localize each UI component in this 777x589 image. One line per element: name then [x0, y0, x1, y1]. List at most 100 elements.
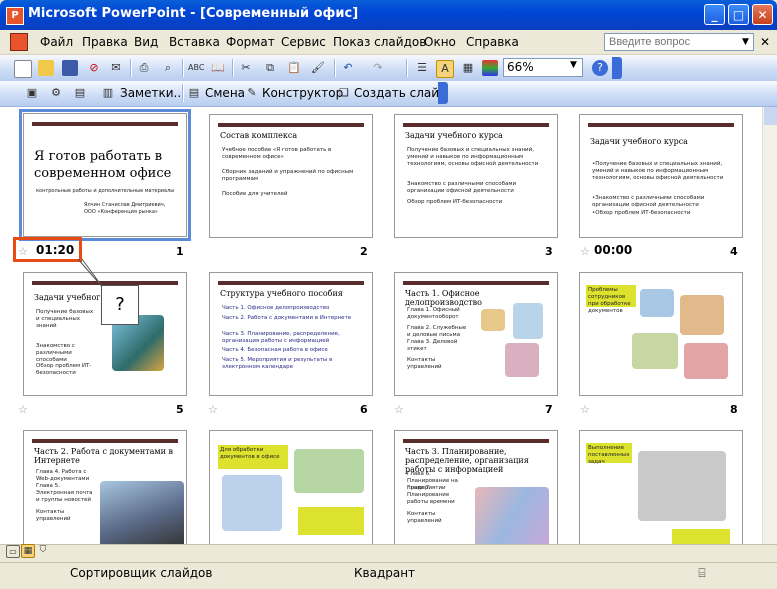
slide-body: Ялчин Станислав Дмитриевич, ООО «Конфере… [84, 202, 166, 215]
slide-thumbnail[interactable]: Задачи учебного курса •Получение базовых… [579, 114, 743, 238]
zoom-dropdown-icon[interactable]: ▼ [570, 60, 577, 70]
slide-body: Знакомство с различными способами [36, 343, 75, 363]
help-search-input[interactable] [604, 33, 754, 51]
slide-thumbnail[interactable]: Часть 3. Планирование, распределение, ор… [394, 430, 558, 544]
slide-title: Задачи учебного курса [405, 131, 503, 140]
cut-icon[interactable]: ✂ [238, 60, 254, 76]
slide-body: Контакты управлений [407, 511, 442, 524]
slide-thumbnail[interactable]: Проблемы сотрудников при обработке докум… [579, 272, 743, 396]
powerpoint-app-icon[interactable]: P [6, 7, 24, 25]
research-icon[interactable]: 📖 [210, 60, 226, 76]
vertical-scrollbar[interactable] [762, 107, 777, 544]
slide-thumbnail[interactable]: Выполнение поставленных задач [579, 430, 743, 544]
slide-thumbnail[interactable]: Я готов работать в современном офисе кон… [19, 109, 191, 241]
minimize-button[interactable]: _ [704, 4, 725, 25]
transition-star-icon[interactable]: ☆ [208, 403, 218, 416]
office-clipart [632, 333, 678, 369]
slide-body: Часть 2. Работа с документами в Интернет… [222, 315, 352, 321]
slideshow-view-icon[interactable]: ⛉ [37, 545, 49, 556]
menu-edit[interactable]: Правка [82, 35, 128, 49]
paste-icon[interactable]: 📋 [286, 60, 302, 76]
expand-all-icon[interactable]: ☰ [414, 60, 430, 76]
menu-format[interactable]: Формат [226, 35, 275, 49]
view-buttons-bar [0, 544, 777, 562]
slide-thumbnail[interactable]: Задачи учебного курса Получение базовых … [394, 114, 558, 238]
copy-icon[interactable]: ⧉ [262, 60, 278, 76]
hide-slide-icon[interactable]: ▣ [24, 85, 40, 101]
toolbar-options-icon[interactable] [438, 82, 448, 104]
title-bar[interactable]: P Microsoft PowerPoint - [Современный оф… [0, 0, 777, 30]
diagram-clipart [638, 451, 726, 521]
maximize-button[interactable]: □ [728, 4, 749, 25]
callout-box: ? [101, 285, 139, 325]
layout-button[interactable]: Смена [205, 86, 245, 100]
new-slide-icon[interactable]: ❏ [336, 85, 352, 101]
document-close-icon[interactable]: ✕ [760, 35, 770, 49]
slide-title-bar [32, 439, 178, 443]
scrollbar-thumb[interactable] [764, 107, 777, 125]
transition-star-icon[interactable]: ☆ [580, 245, 590, 258]
office-clipart [640, 289, 674, 317]
redo-icon[interactable]: ↷ [370, 60, 386, 76]
print-preview-icon[interactable]: ⌕ [160, 60, 176, 76]
menu-slideshow[interactable]: Показ слайдов [333, 35, 426, 49]
show-formatting-icon[interactable]: A [436, 60, 454, 78]
document-control-icon[interactable] [10, 33, 28, 51]
spelling-icon[interactable]: ABC [188, 60, 204, 76]
menu-insert[interactable]: Вставка [169, 35, 220, 49]
slide-sorter-view-icon[interactable]: ▦ [21, 544, 35, 558]
layout-icon[interactable]: ▤ [186, 85, 202, 101]
menu-view[interactable]: Вид [134, 35, 158, 49]
slide-thumbnail[interactable]: Часть 1. Офисное делопроизводство Глава … [394, 272, 558, 396]
slide-thumbnail[interactable]: Часть 2. Работа с документами в Интернет… [23, 430, 187, 544]
design-button[interactable]: Конструктор [262, 86, 343, 100]
slide-thumbnail[interactable]: Структура учебного пособия Часть 1. Офис… [209, 272, 373, 396]
open-icon[interactable] [38, 60, 54, 76]
close-button[interactable]: ✕ [752, 4, 773, 25]
transition-star-icon[interactable]: ☆ [18, 403, 28, 416]
spelling-status-icon[interactable]: ⌸ [694, 565, 710, 581]
slide-thumbnail[interactable]: Для обработки документов в офисе [209, 430, 373, 544]
slide-body: Контакты управлений [407, 357, 442, 370]
slide-number: 4 [730, 245, 738, 258]
slide-thumbnail[interactable]: Состав комплекса Учебное пособие «Я гото… [209, 114, 373, 238]
office-clipart [684, 343, 728, 379]
slide-title-bar [403, 281, 549, 285]
slide-body: Выполнение поставленных задач [588, 445, 630, 465]
save-icon[interactable] [62, 60, 78, 76]
toolbar-options-icon[interactable] [612, 57, 622, 79]
transition-star-icon[interactable]: ☆ [580, 403, 590, 416]
summary-slide-icon[interactable]: ▤ [72, 85, 88, 101]
slide-title-bar [218, 123, 364, 127]
grid-icon[interactable]: ▦ [460, 60, 476, 76]
slide-body: Часть 5. Мероприятия и результаты в элек… [222, 357, 333, 370]
toolbar-separator [232, 59, 234, 77]
menu-file[interactable]: Файл [40, 35, 73, 49]
new-slide-button[interactable]: Создать слайд [354, 86, 447, 100]
design-icon[interactable]: ✎ [244, 85, 260, 101]
help-icon[interactable]: ? [592, 60, 608, 76]
slide-caption-box [672, 529, 730, 544]
menu-help[interactable]: Справка [466, 35, 519, 49]
slide-title-bar [588, 123, 734, 127]
transition-star-icon[interactable]: ☆ [394, 403, 404, 416]
menu-window[interactable]: Окно [424, 35, 456, 49]
slide-body: •Получение базовых и специальных знаний,… [592, 161, 724, 181]
menu-tools[interactable]: Сервис [281, 35, 326, 49]
format-painter-icon[interactable]: 🖌 [310, 60, 326, 76]
print-icon[interactable]: ⎙ [136, 60, 152, 76]
notes-button[interactable]: Заметки... [120, 86, 185, 100]
new-icon[interactable] [14, 60, 32, 78]
notes-icon[interactable]: ▥ [100, 85, 116, 101]
email-icon[interactable]: ✉ [108, 60, 124, 76]
slide-body: Глава 5. Электронная почта и группы ново… [36, 483, 93, 503]
help-dropdown-icon[interactable]: ▼ [742, 37, 749, 47]
slide-title: Состав комплекса [220, 131, 298, 140]
normal-view-icon[interactable]: ▭ [6, 545, 20, 558]
transition-icon[interactable]: ⚙ [48, 85, 64, 101]
undo-icon[interactable]: ↶ [340, 60, 356, 76]
color-grayscale-icon[interactable] [482, 60, 498, 76]
permission-icon[interactable]: ⊘ [86, 60, 102, 76]
slide-body: Глава 1. Офисный документооборот [407, 307, 460, 320]
slide-sorter-pane[interactable]: Я готов работать в современном офисе кон… [0, 107, 762, 544]
